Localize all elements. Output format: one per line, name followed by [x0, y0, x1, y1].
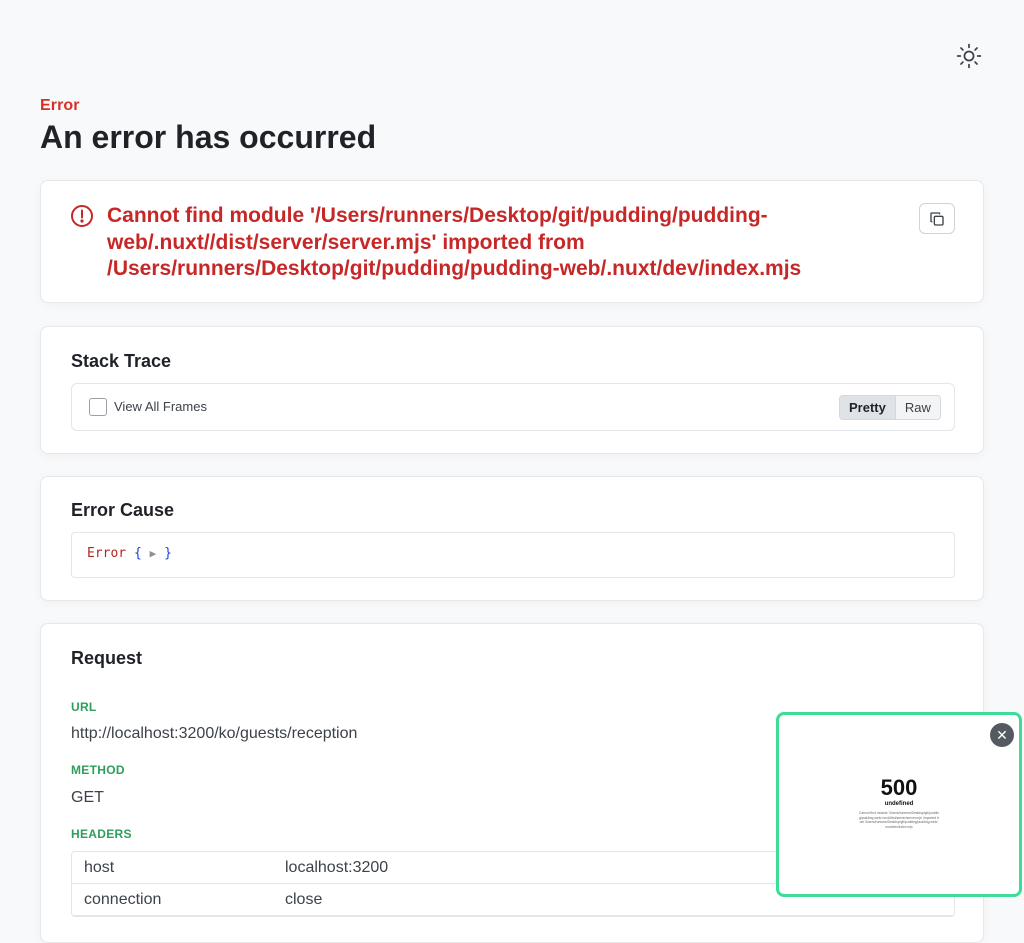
error-cause-title: Error Cause [71, 500, 175, 520]
url-value: http://localhost:3200/ko/guests/receptio… [71, 725, 358, 742]
copy-icon [930, 211, 944, 226]
page-title: An error has occurred [40, 119, 377, 155]
error-message-card: Cannot find module '/Users/runners/Deskt… [40, 180, 984, 303]
header-key: host [84, 858, 115, 876]
preview-status-code: 500 [880, 775, 918, 800]
error-cause-inspector[interactable]: Error { ▶ } [71, 532, 955, 578]
expand-arrow-icon[interactable]: ▶ [150, 547, 157, 560]
stack-trace-title: Stack Trace [71, 351, 172, 371]
sun-icon [956, 43, 982, 69]
preview-subtitle: undefined [884, 801, 914, 807]
headers-label: HEADERS [71, 827, 132, 841]
url-label: URL [71, 700, 97, 714]
preview-message: Cannot find module '/Users/runners/Deskt… [859, 811, 939, 829]
copy-button[interactable] [919, 203, 955, 234]
theme-toggle-button[interactable] [953, 40, 985, 72]
cause-open-brace: { [133, 546, 142, 561]
cause-object-name: Error [87, 546, 127, 561]
pretty-mode-button[interactable]: Pretty [840, 396, 895, 419]
error-page-preview[interactable]: ✕ 500 undefined Cannot find module '/Use… [776, 712, 1022, 897]
cause-close-brace: } [164, 546, 172, 561]
stack-trace-card: Stack Trace View All Frames Pretty Raw [40, 326, 984, 454]
error-message: Cannot find module '/Users/runners/Deskt… [107, 204, 802, 280]
request-title: Request [71, 648, 143, 668]
method-label: METHOD [71, 763, 125, 777]
method-value: GET [71, 789, 104, 806]
view-all-frames-label[interactable]: View All Frames [114, 399, 207, 414]
raw-mode-button[interactable]: Raw [894, 396, 940, 419]
trace-mode-toggle: Pretty Raw [839, 395, 941, 420]
stack-trace-toolbar: View All Frames Pretty Raw [71, 383, 955, 431]
alert-circle-icon [71, 205, 93, 227]
close-icon[interactable]: ✕ [990, 723, 1014, 747]
view-all-frames-checkbox[interactable] [89, 398, 107, 416]
error-eyebrow: Error [40, 97, 80, 114]
error-cause-card: Error Cause Error { ▶ } [40, 476, 984, 601]
